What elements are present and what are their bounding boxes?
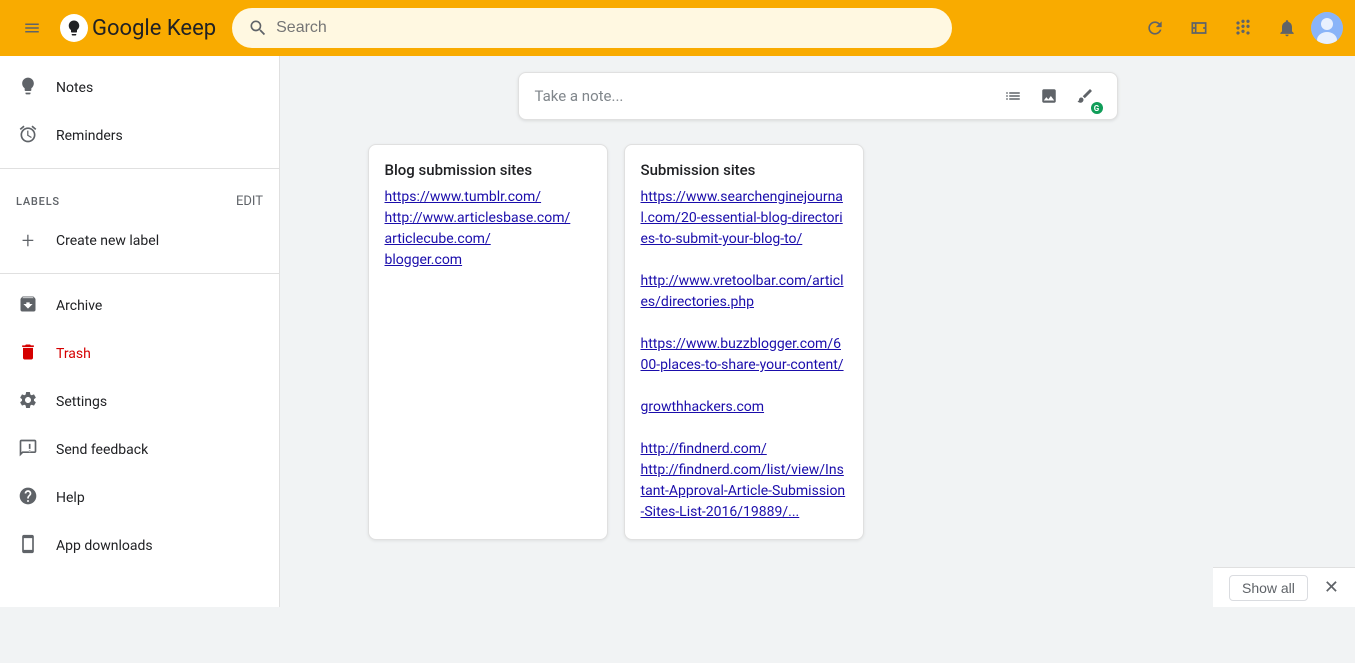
labels-title: Labels xyxy=(16,195,60,208)
note-link[interactable]: https://www.tumblr.com/ xyxy=(385,189,542,205)
note-link[interactable]: https://www.buzzblogger.com/600-places-t… xyxy=(641,336,844,373)
draw-icon[interactable]: G xyxy=(1069,80,1101,112)
app-downloads-label: App downloads xyxy=(56,538,153,554)
notes-label: Notes xyxy=(56,80,93,96)
main-layout: Notes Reminders Labels EDIT + Create new… xyxy=(0,56,1355,607)
sidebar-item-notes[interactable]: Notes xyxy=(0,64,263,112)
note-link[interactable]: https://www.searchenginejournal.com/20-e… xyxy=(641,189,843,247)
sidebar-divider-2 xyxy=(0,273,279,274)
help-icon xyxy=(16,486,40,511)
settings-icon xyxy=(16,390,40,415)
note-link[interactable]: http://findnerd.com/list/view/Instant-Ap… xyxy=(641,462,846,520)
send-feedback-label: Send feedback xyxy=(56,442,148,458)
keep-logo-icon xyxy=(60,14,88,42)
sidebar-item-reminders[interactable]: Reminders xyxy=(0,112,263,160)
note-body: https://www.tumblr.com/ http://www.artic… xyxy=(385,187,591,271)
help-label: Help xyxy=(56,490,85,506)
note-card-blog-submission[interactable]: Blog submission sites https://www.tumblr… xyxy=(368,144,608,540)
app-logo: Google Keep xyxy=(60,14,216,42)
image-icon[interactable] xyxy=(1033,80,1065,112)
note-link[interactable]: http://www.articlesbase.com/ xyxy=(385,210,571,226)
note-link[interactable]: http://findnerd.com/ xyxy=(641,441,767,457)
hamburger-menu-button[interactable] xyxy=(12,8,52,48)
notifications-button[interactable] xyxy=(1267,8,1307,48)
note-title: Submission sites xyxy=(641,161,847,179)
search-bar[interactable] xyxy=(232,8,952,48)
note-link[interactable]: http://www.vretoolbar.com/articles/direc… xyxy=(641,273,844,310)
sidebar-divider-1 xyxy=(0,168,279,169)
app-downloads-icon xyxy=(16,534,40,559)
refresh-button[interactable] xyxy=(1135,8,1175,48)
lightbulb-icon xyxy=(16,76,40,101)
main-content: Take a note... G xyxy=(280,56,1355,607)
labels-edit-button[interactable]: EDIT xyxy=(236,194,263,209)
sidebar-item-archive[interactable]: Archive xyxy=(0,282,263,330)
settings-label: Settings xyxy=(56,394,107,410)
create-new-label-button[interactable]: + Create new label xyxy=(0,217,279,265)
take-note-actions: G xyxy=(997,80,1101,112)
archive-icon xyxy=(16,294,40,319)
note-body: https://www.searchenginejournal.com/20-e… xyxy=(641,187,847,523)
note-title: Blog submission sites xyxy=(385,161,591,179)
checklist-icon[interactable] xyxy=(997,80,1029,112)
topnav-actions xyxy=(1135,8,1343,48)
note-card-submission-sites[interactable]: Submission sites https://www.searchengin… xyxy=(624,144,864,540)
sidebar-item-settings[interactable]: Settings xyxy=(0,378,263,426)
reminders-icon xyxy=(16,124,40,149)
close-bottom-bar-button[interactable]: ✕ xyxy=(1324,577,1339,598)
feedback-icon xyxy=(16,438,40,463)
sidebar-item-send-feedback[interactable]: Send feedback xyxy=(0,426,263,474)
view-toggle-button[interactable] xyxy=(1179,8,1219,48)
create-label-text: Create new label xyxy=(56,233,159,249)
app-name: Google Keep xyxy=(92,16,216,41)
apps-button[interactable] xyxy=(1223,8,1263,48)
note-link[interactable]: growthhackers.com xyxy=(641,399,765,415)
take-note-placeholder: Take a note... xyxy=(535,87,997,105)
user-avatar[interactable] xyxy=(1311,12,1343,44)
note-link[interactable]: articlecube.com/ xyxy=(385,231,491,247)
archive-label: Archive xyxy=(56,298,102,314)
labels-section-header: Labels EDIT xyxy=(0,177,279,217)
trash-label: Trash xyxy=(56,346,91,362)
bottom-bar: Show all ✕ xyxy=(1213,567,1355,607)
search-icon xyxy=(248,18,268,38)
trash-icon xyxy=(16,342,40,367)
topnav: Google Keep xyxy=(0,0,1355,56)
add-icon: + xyxy=(16,229,40,254)
sidebar: Notes Reminders Labels EDIT + Create new… xyxy=(0,56,280,607)
reminders-label: Reminders xyxy=(56,128,123,144)
note-link[interactable]: blogger.com xyxy=(385,252,463,268)
notes-grid: Blog submission sites https://www.tumblr… xyxy=(368,144,1268,540)
sidebar-item-help[interactable]: Help xyxy=(0,474,263,522)
sidebar-item-trash[interactable]: Trash xyxy=(0,330,263,378)
search-input[interactable] xyxy=(276,19,936,37)
sidebar-item-app-downloads[interactable]: App downloads xyxy=(0,522,263,570)
show-all-button[interactable]: Show all xyxy=(1229,575,1308,601)
take-note-bar[interactable]: Take a note... G xyxy=(518,72,1118,120)
